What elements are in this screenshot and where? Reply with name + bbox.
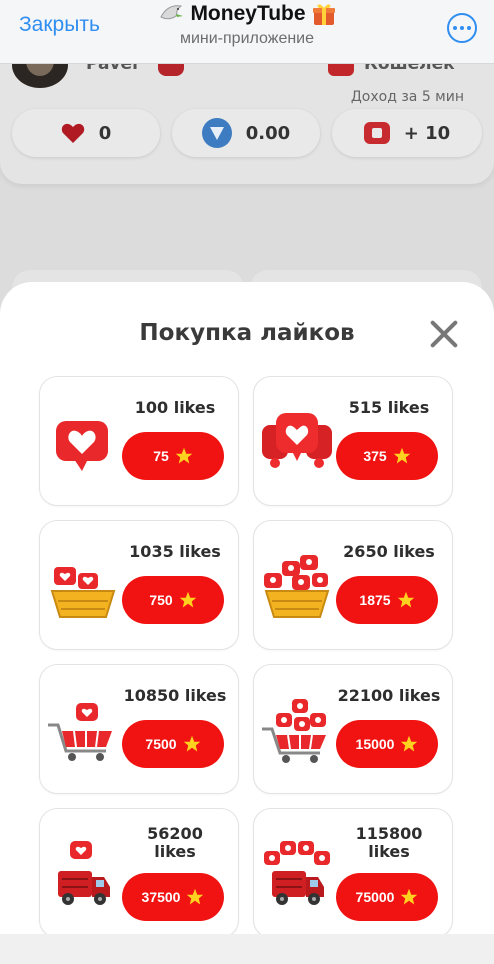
app-title: MoneyTube [158,2,335,26]
package-card[interactable]: 100 likes 75 [39,376,239,506]
heart-icon [61,122,85,144]
package-card[interactable]: 2650 likes 1875 [253,520,453,650]
package-label: 56200 likes [147,824,203,861]
buy-button[interactable]: 15000 [336,720,438,768]
telegram-header: Закрыть MoneyTube мини-приложение [0,0,494,64]
dove-icon [158,3,184,25]
star-icon [186,888,204,906]
close-icon[interactable] [428,318,460,350]
package-card[interactable]: 56200 likes 37500 [39,808,239,938]
star-icon [397,591,415,609]
play-icon [363,122,390,144]
price: 375 [363,448,387,464]
profile-card: Pavel Кошелек Доход за 5 мин 0 0.00 + 10 [0,42,494,184]
buy-button[interactable]: 750 [122,576,224,624]
package-label: 100 likes [134,398,216,417]
price: 15000 [355,736,395,752]
delivery-truck-icon [48,833,118,913]
package-label: 1035 likes [129,542,221,561]
income-label: Доход за 5 мин [350,89,464,105]
price: 75 [153,448,169,464]
buy-button[interactable]: 75 [122,432,224,480]
package-label: 22100 likes [337,686,441,705]
buy-button[interactable]: 75000 [336,873,438,921]
package-card[interactable]: 115800 likes 75000 [253,808,453,938]
income-stat: + 10 [332,109,482,157]
likes-stat: 0 [12,109,160,157]
star-icon [175,447,193,465]
buy-button[interactable]: 375 [336,432,438,480]
shopping-cart-icon [48,689,118,769]
basket-icon [262,545,332,625]
heart-bubble-icon [48,401,118,481]
dot-icon [467,26,471,30]
dot-icon [460,26,464,30]
star-icon [400,888,418,906]
packages-grid: 100 likes 75 515 likes 375 1035 likes 75… [39,376,453,938]
star-icon [393,447,411,465]
shopping-cart-icon [262,689,332,769]
more-options-button[interactable] [447,13,477,43]
price: 750 [149,592,173,608]
package-card[interactable]: 10850 likes 7500 [39,664,239,794]
package-card[interactable]: 22100 likes 15000 [253,664,453,794]
package-card[interactable]: 515 likes 375 [253,376,453,506]
package-label: 10850 likes [123,686,227,705]
header-title-block: MoneyTube мини-приложение [0,2,494,48]
package-label: 2650 likes [343,542,435,561]
price: 75000 [355,889,395,905]
basket-icon [48,545,118,625]
package-label: 115800 likes [355,824,423,861]
income-value: + 10 [403,122,451,144]
ton-stat: 0.00 [172,109,320,157]
price: 1875 [359,592,391,608]
star-icon [183,735,201,753]
delivery-truck-icon [262,833,332,913]
price: 7500 [145,736,177,752]
gift-icon [312,2,336,26]
package-label: 515 likes [348,398,430,417]
package-card[interactable]: 1035 likes 750 [39,520,239,650]
buy-button[interactable]: 37500 [122,873,224,921]
dot-icon [453,26,457,30]
star-icon [400,735,418,753]
sheet-title: Покупка лайков [139,320,355,346]
app-subtitle: мини-приложение [179,30,315,47]
buy-button[interactable]: 1875 [336,576,438,624]
ton-balance: 0.00 [245,122,291,144]
star-icon [179,591,197,609]
heart-bubbles-icon [262,401,332,481]
bottom-edge [0,934,494,964]
price: 37500 [141,889,181,905]
likes-count: 0 [98,122,112,144]
purchase-likes-sheet: Покупка лайков 100 likes 75 515 likes 37… [0,282,494,964]
buy-button[interactable]: 7500 [122,720,224,768]
app-name: MoneyTube [190,2,306,25]
ton-icon [201,118,232,148]
